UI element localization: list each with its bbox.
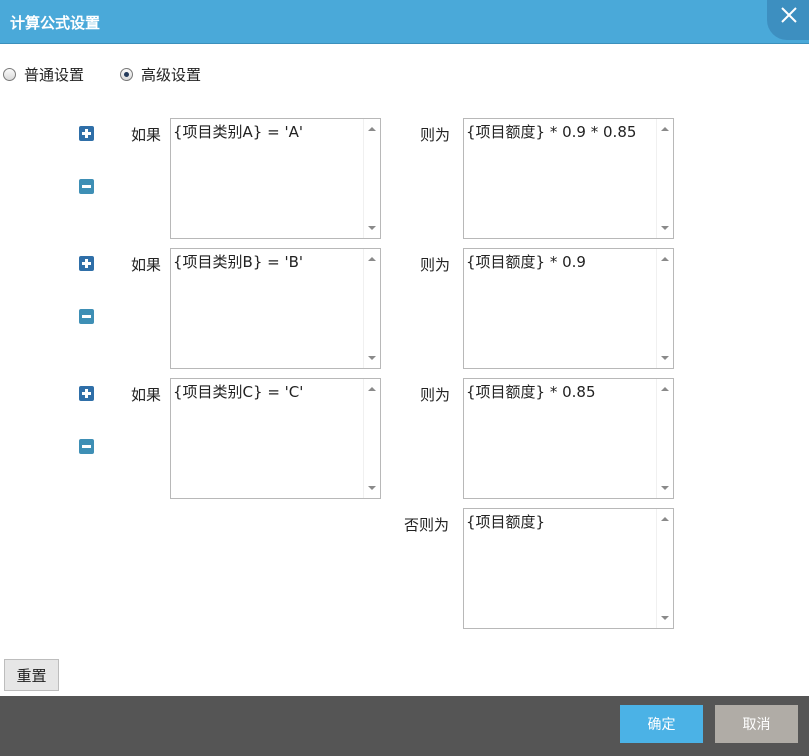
condition-scrollbar-2[interactable] <box>363 249 380 368</box>
result-field-1[interactable]: {项目额度} * 0.9 * 0.85 <box>463 118 674 239</box>
add-rule-2-button[interactable] <box>79 256 94 271</box>
dialog-title: 计算公式设置 <box>10 14 101 32</box>
remove-rule-1-button[interactable] <box>79 179 94 194</box>
remove-rule-2-button[interactable] <box>79 309 94 324</box>
radio-advanced[interactable] <box>120 67 133 81</box>
dialog-footer: 确定 取消 <box>0 696 809 756</box>
else-result-scrollbar[interactable] <box>656 509 673 628</box>
dialog-titlebar: 计算公式设置 <box>0 0 809 44</box>
cancel-button[interactable]: 取消 <box>715 705 798 743</box>
if-label-1: 如果 <box>131 126 162 144</box>
reset-button[interactable]: 重置 <box>4 659 59 691</box>
add-rule-3-button[interactable] <box>79 386 94 401</box>
condition-text-1: {项目类别A} = 'A' <box>173 123 303 141</box>
radio-basic[interactable] <box>3 67 16 81</box>
ok-button[interactable]: 确定 <box>620 705 703 743</box>
mode-basic-label: 普通设置 <box>24 65 85 84</box>
result-scrollbar-2[interactable] <box>656 249 673 368</box>
condition-scrollbar-1[interactable] <box>363 119 380 238</box>
condition-field-3[interactable]: {项目类别C} = 'C' <box>170 378 381 499</box>
close-button[interactable] <box>767 0 809 40</box>
condition-text-2: {项目类别B} = 'B' <box>173 253 304 271</box>
remove-rule-3-button[interactable] <box>79 439 94 454</box>
result-field-3[interactable]: {项目额度} * 0.85 <box>463 378 674 499</box>
add-rule-1-button[interactable] <box>79 126 94 141</box>
condition-field-2[interactable]: {项目类别B} = 'B' <box>170 248 381 369</box>
then-label-2: 则为 <box>420 256 451 274</box>
then-label-3: 则为 <box>420 386 451 404</box>
then-label-1: 则为 <box>420 126 451 144</box>
condition-field-1[interactable]: {项目类别A} = 'A' <box>170 118 381 239</box>
result-text-1: {项目额度} * 0.9 * 0.85 <box>466 123 637 141</box>
mode-option-basic[interactable]: 普通设置 <box>3 64 84 84</box>
mode-advanced-label: 高级设置 <box>141 65 202 84</box>
else-result-field[interactable]: {项目额度} <box>463 508 674 629</box>
mode-option-advanced[interactable]: 高级设置 <box>120 64 201 84</box>
result-field-2[interactable]: {项目额度} * 0.9 <box>463 248 674 369</box>
else-result-text: {项目额度} <box>466 513 546 531</box>
result-scrollbar-3[interactable] <box>656 379 673 498</box>
if-label-2: 如果 <box>131 256 162 274</box>
close-icon <box>781 7 797 23</box>
result-text-3: {项目额度} * 0.85 <box>466 383 596 401</box>
if-label-3: 如果 <box>131 386 162 404</box>
result-text-2: {项目额度} * 0.9 <box>466 253 586 271</box>
condition-text-3: {项目类别C} = 'C' <box>173 383 304 401</box>
result-scrollbar-1[interactable] <box>656 119 673 238</box>
condition-scrollbar-3[interactable] <box>363 379 380 498</box>
else-label: 否则为 <box>404 516 450 534</box>
